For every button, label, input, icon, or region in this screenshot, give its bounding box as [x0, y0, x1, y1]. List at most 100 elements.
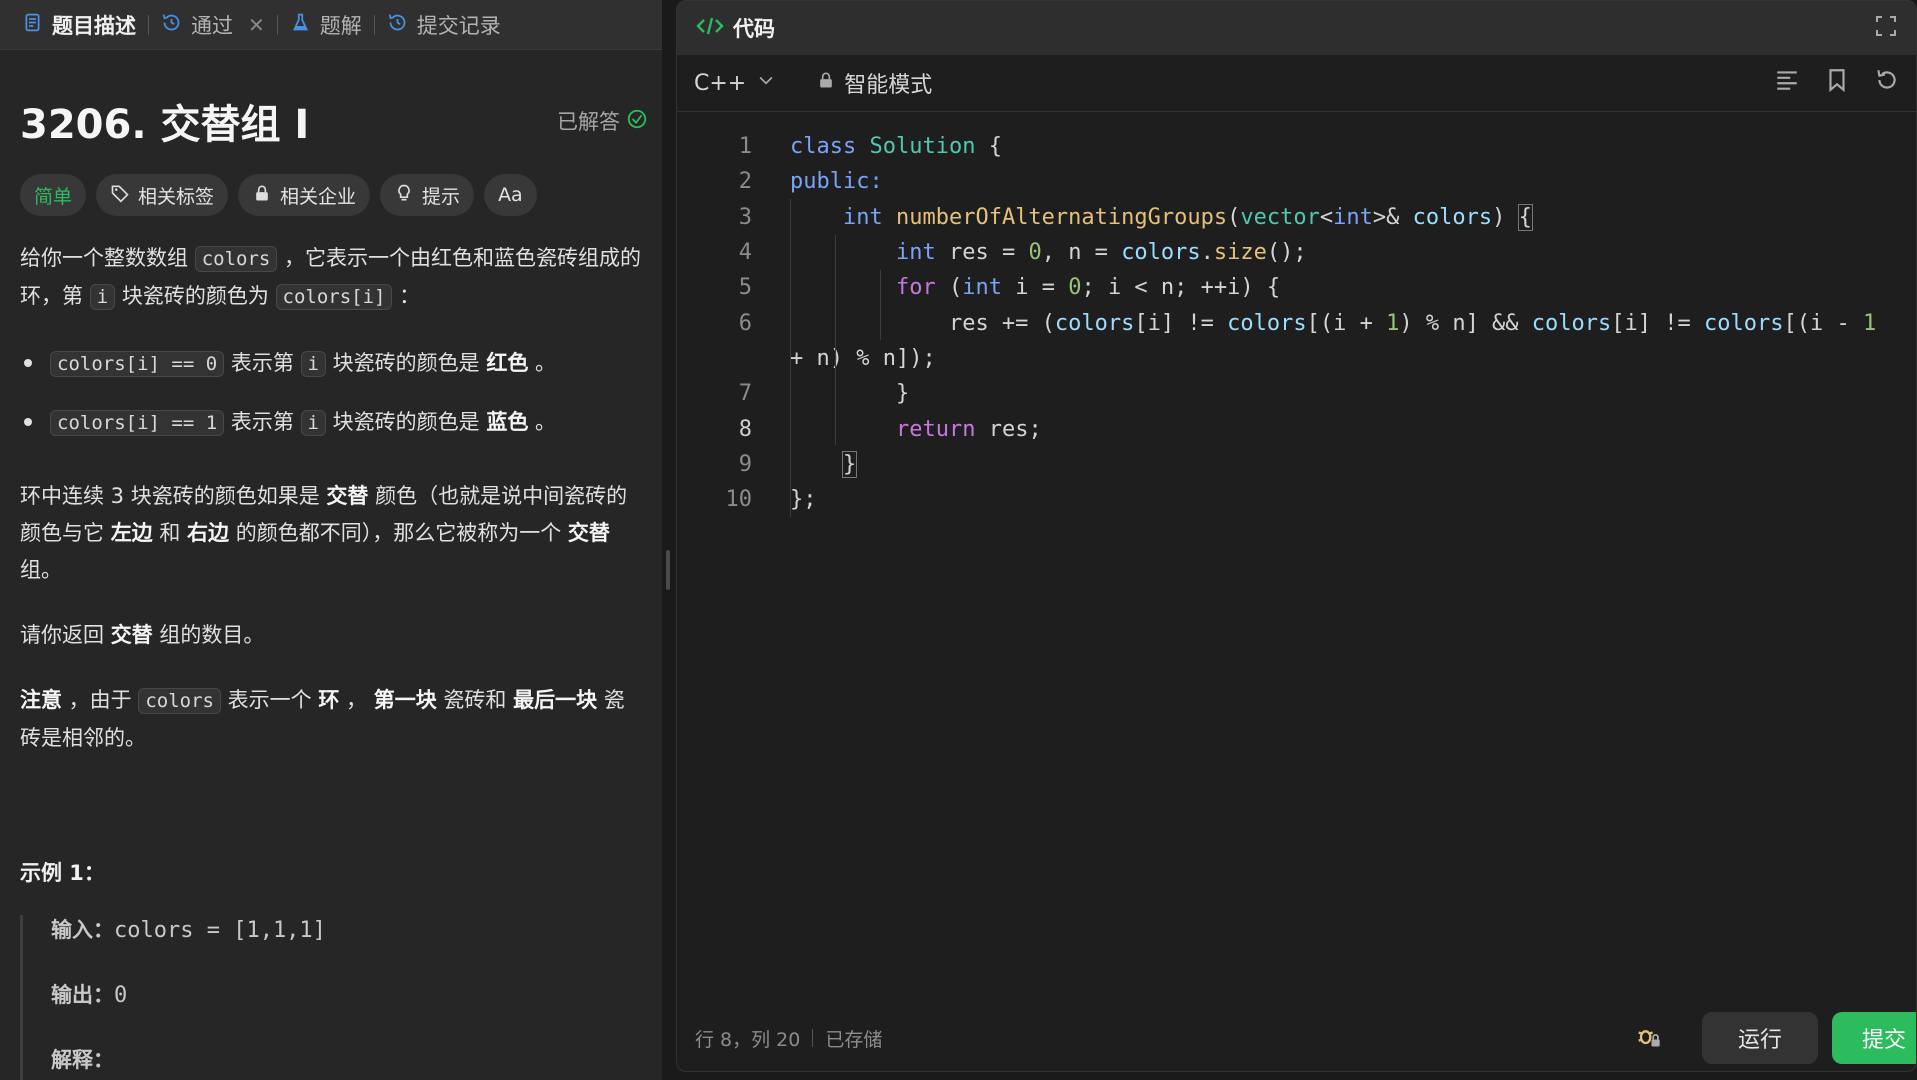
text: 块瓷砖的颜色为	[115, 284, 276, 308]
code-line: 1 class Solution {	[677, 129, 1916, 164]
indent-guide	[835, 235, 836, 445]
editor-tools	[1774, 67, 1900, 99]
inline-code: i	[89, 284, 116, 310]
example-explanation: 解释：	[51, 1045, 642, 1080]
companies-label: 相关企业	[280, 185, 357, 208]
solved-status: 已解答	[557, 106, 648, 136]
desc-paragraph: 给你一个整数数组 colors ，它表示一个由红色和蓝色瓷砖组成的环，第 i 块…	[20, 240, 642, 316]
inline-code: i	[300, 351, 326, 377]
tab-description-label: 题目描述	[52, 13, 136, 38]
companies-button[interactable]: 相关企业	[238, 174, 371, 216]
text: ，由于	[62, 688, 139, 712]
line-number: 9	[738, 451, 752, 477]
line-number: 3	[738, 204, 752, 230]
document-icon	[22, 12, 43, 38]
solved-label: 已解答	[557, 110, 620, 134]
code-text: return res;	[895, 416, 1042, 442]
tab-divider	[148, 14, 149, 35]
close-icon[interactable]: ✕	[248, 13, 265, 37]
font-size-button[interactable]: Aa	[484, 174, 537, 216]
flask-icon	[290, 12, 311, 38]
line-number: 2	[738, 169, 752, 195]
tab-accepted[interactable]: 通过 ✕	[153, 10, 273, 40]
text: 表示第	[224, 410, 301, 434]
language-select[interactable]: C++	[694, 70, 776, 96]
tab-accepted-label: 通过	[191, 13, 233, 38]
status-info: 行 8，列 20 已存储	[695, 1025, 882, 1052]
difficulty-badge: 简单	[20, 174, 87, 216]
history-icon	[387, 12, 408, 38]
desc-paragraph: 注意 ，由于 colors 表示一个 环 ， 第一块 瓷砖和 最后一块 瓷砖是相…	[20, 682, 642, 757]
code-panel-header: 代码	[677, 1, 1916, 55]
fullscreen-icon[interactable]	[1874, 14, 1898, 43]
text: 。	[528, 351, 557, 375]
line-number: 6	[738, 310, 752, 336]
line-number: 10	[725, 487, 753, 513]
smart-mode-toggle[interactable]: 智能模式	[816, 67, 932, 99]
text: 表示第	[224, 351, 301, 375]
input-value: colors = [1,1,1]	[114, 918, 326, 943]
code-text: res += (colors[i] != colors[(i + 1) % n]…	[948, 310, 1877, 336]
text: ：	[392, 284, 421, 308]
example-output: 输出：0	[51, 980, 642, 1045]
text: 和	[152, 521, 188, 545]
tab-divider	[276, 14, 278, 35]
bookmark-icon[interactable]	[1824, 67, 1850, 99]
tab-description[interactable]: 题目描述	[14, 10, 144, 40]
bold-text: 第一块	[373, 688, 437, 712]
text: 组的数目。	[152, 623, 265, 647]
submit-button[interactable]: 提交	[1832, 1012, 1916, 1064]
code-line: 6 res += (colors[i] != colors[(i + 1) % …	[677, 305, 1916, 340]
tab-submissions[interactable]: 提交记录	[379, 10, 509, 40]
problem-content: 3206. 交替组 I 已解答 简单 相关标签 相关企业 提示 Aa 给你一个整…	[0, 96, 662, 1080]
list-item: colors[i] == 0 表示第 i 块瓷砖的颜色是 红色 。	[20, 334, 642, 393]
panel-resize-handle[interactable]	[666, 550, 670, 590]
code-line: 4 int res = 0, n = colors.size();	[677, 235, 1916, 270]
code-icon	[695, 14, 725, 43]
tab-solutions[interactable]: 题解	[282, 10, 370, 40]
tab-submissions-label: 提交记录	[416, 13, 501, 38]
explain-label: 解释：	[51, 1048, 114, 1072]
example-title: 示例 1：	[20, 861, 105, 885]
tab-divider	[373, 14, 375, 35]
bold-text: 红色	[486, 351, 529, 375]
mode-label: 智能模式	[844, 73, 933, 98]
reset-icon[interactable]	[1874, 67, 1900, 99]
code-text: }	[895, 381, 910, 407]
chevron-down-icon	[756, 70, 776, 96]
editor-toolbar: C++ 智能模式	[677, 55, 1916, 112]
hint-label: 提示	[422, 185, 461, 208]
text: 。	[528, 410, 557, 434]
bullet-list: colors[i] == 0 表示第 i 块瓷砖的颜色是 红色 。 colors…	[20, 334, 642, 452]
tab-solutions-label: 题解	[319, 13, 362, 38]
text: 的颜色都不同），那么它被称为一个	[229, 521, 568, 545]
input-label: 输入：	[51, 918, 114, 942]
bold-text: 右边	[187, 521, 230, 545]
code-line: 2 public:	[677, 164, 1916, 199]
output-value: 0	[114, 983, 128, 1008]
inline-code: colors[i] == 0	[50, 351, 225, 377]
indent-guide	[790, 199, 791, 517]
hint-button[interactable]: 提示	[380, 174, 475, 216]
bold-text: 蓝色	[486, 410, 529, 434]
line-number: 4	[738, 240, 752, 266]
desc-paragraph: 环中连续 3 块瓷砖的颜色如果是 交替 颜色（也就是说中间瓷砖的颜色与它 左边 …	[20, 478, 642, 589]
code-panel-title: 代码	[695, 13, 775, 43]
bold-text: 左边	[110, 521, 153, 545]
status-divider	[812, 1029, 814, 1047]
code-line: 9 }	[677, 447, 1916, 482]
lock-icon	[252, 183, 272, 208]
code-text: int numberOfAlternatingGroups(vector<int…	[842, 203, 1533, 231]
code-text: for (int i = 0; i < n; ++i) {	[895, 275, 1281, 301]
format-icon[interactable]	[1774, 67, 1800, 99]
related-tags-button[interactable]: 相关标签	[96, 174, 229, 216]
debug-icon[interactable]	[1634, 1022, 1662, 1055]
code-editor[interactable]: 1 class Solution { 2 public: 3 int numberO…	[677, 112, 1916, 517]
text: 表示一个	[221, 688, 319, 712]
inline-code: colors[i]	[275, 284, 393, 310]
run-button[interactable]: 运行	[1702, 1012, 1818, 1064]
code-line: 8 return res;	[677, 411, 1916, 446]
code-line: 5 for (int i = 0; i < n; ++i) {	[677, 270, 1916, 305]
code-title: 代码	[733, 17, 775, 41]
related-tags-label: 相关标签	[138, 185, 215, 208]
